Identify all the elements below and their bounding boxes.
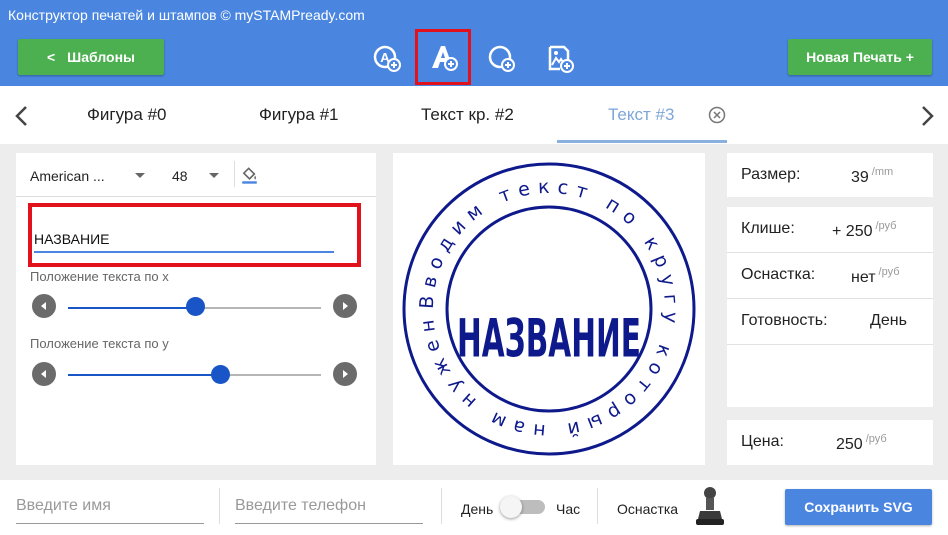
templates-button[interactable]: < Шаблоны — [18, 39, 164, 75]
price-label: Цена: — [741, 433, 784, 450]
price-value-group: 250/руб — [836, 433, 887, 454]
close-tab-icon[interactable] — [708, 106, 726, 124]
size-label: Размер: — [741, 166, 801, 183]
add-image-tool[interactable] — [539, 38, 579, 78]
toolbar: < Шаблоны A Новая Печать + — [0, 29, 948, 86]
mount-option-label: Оснастка — [617, 501, 679, 517]
cliche-row: Клише: + 250/руб — [727, 207, 933, 253]
stamp-preview: Вводим текст по кругу который нам нужен … — [393, 153, 705, 465]
tab-circle-text-2[interactable]: Текст кр. #2 — [421, 105, 514, 125]
triangle-left-icon — [41, 370, 46, 378]
size-unit: /mm — [871, 166, 894, 178]
add-text-icon — [432, 46, 458, 71]
total-price-box: Цена: 250/руб — [727, 420, 933, 465]
size-box: Размер: 39/mm — [727, 153, 933, 197]
cliche-value-group: + 250/руб — [832, 220, 896, 241]
pos-y-label: Положение текста по у — [30, 336, 169, 351]
chevron-right-icon[interactable] — [917, 105, 937, 127]
active-tab-indicator — [557, 140, 727, 143]
add-shape-icon: A — [373, 45, 401, 72]
stamp-canvas: Вводим текст по кругу который нам нужен … — [402, 162, 696, 456]
add-circle-text-tool[interactable] — [481, 38, 521, 78]
price-value: 250 — [836, 436, 863, 453]
mount-row: Оснастка: нет/руб — [727, 253, 933, 299]
stamp-mount-icon[interactable] — [690, 485, 730, 531]
toggle-hour-label: Час — [556, 501, 581, 517]
tab-figure-0[interactable]: Фигура #0 — [87, 105, 166, 125]
toggle-day-label: День — [461, 501, 494, 517]
text-input-highlight — [28, 203, 361, 267]
font-size-select[interactable]: 48 — [172, 168, 188, 184]
size-value: 39 — [851, 169, 869, 186]
chevron-down-icon[interactable] — [209, 173, 219, 178]
font-toolbar: American ... 48 — [16, 153, 376, 197]
add-text-tool[interactable] — [415, 29, 471, 85]
mount-value-group: нет/руб — [851, 266, 900, 287]
pos-x-slider-fill — [68, 307, 195, 309]
cliche-label: Клише: — [741, 220, 795, 237]
pos-x-decrease-button[interactable] — [32, 294, 56, 318]
tab-text-3[interactable]: Текст #3 — [608, 105, 674, 125]
ready-label: Готовность: — [741, 312, 828, 329]
layer-tabs: Фигура #0 Фигура #1 Текст кр. #2 Текст #… — [0, 86, 948, 144]
add-circle-text-icon — [488, 45, 515, 72]
window-title: Конструктор печатей и штампов © mySTAMPr… — [0, 0, 948, 30]
new-stamp-button[interactable]: Новая Печать + — [788, 39, 932, 75]
triangle-left-icon — [41, 302, 46, 310]
mount-unit: /руб — [878, 266, 900, 278]
triangle-right-icon — [343, 370, 348, 378]
phone-input[interactable] — [235, 488, 423, 524]
save-svg-button[interactable]: Сохранить SVG — [785, 489, 932, 525]
price-unit: /руб — [865, 433, 887, 445]
divider — [597, 488, 598, 524]
pos-y-slider-fill — [68, 374, 220, 376]
pos-x-slider-thumb[interactable] — [185, 297, 205, 316]
pos-y-increase-button[interactable] — [333, 362, 357, 386]
price-details-box: Клише: + 250/руб Оснастка: нет/руб Готов… — [727, 207, 933, 407]
chevron-left-icon: < — [46, 49, 56, 65]
chevron-down-icon[interactable] — [135, 173, 145, 178]
urgency-toggle-knob[interactable] — [500, 496, 522, 518]
divider — [219, 488, 220, 524]
font-family-select[interactable]: American ... — [30, 168, 105, 184]
mount-value: нет — [851, 269, 876, 286]
pos-x-label: Положение текста по x — [30, 269, 169, 284]
pos-x-increase-button[interactable] — [333, 294, 357, 318]
cliche-unit: /руб — [875, 220, 897, 232]
pos-y-decrease-button[interactable] — [32, 362, 56, 386]
cliche-value: + 250 — [832, 223, 873, 240]
stamp-text-input[interactable] — [34, 227, 334, 253]
tab-figure-1[interactable]: Фигура #1 — [259, 105, 338, 125]
stamp-center-text: НАЗВАНИЕ — [457, 307, 641, 369]
triangle-right-icon — [343, 302, 348, 310]
add-shape-tool[interactable]: A — [367, 38, 407, 78]
paint-bucket-icon[interactable] — [234, 161, 260, 187]
text-editor-panel: American ... 48 Положение текста по x По… — [16, 153, 376, 465]
divider — [441, 488, 442, 524]
name-input[interactable] — [16, 488, 204, 524]
ready-value: День — [870, 312, 907, 329]
size-value-group: 39/mm — [851, 166, 893, 187]
mount-label: Оснастка: — [741, 266, 816, 283]
add-image-icon — [548, 45, 574, 73]
chevron-left-icon[interactable] — [12, 105, 32, 127]
templates-label: Шаблоны — [67, 49, 135, 65]
ready-row: Готовность: День — [727, 299, 933, 345]
pos-y-slider-thumb[interactable] — [210, 365, 230, 384]
order-bar: День Час Оснастка Сохранить SVG — [0, 480, 948, 535]
